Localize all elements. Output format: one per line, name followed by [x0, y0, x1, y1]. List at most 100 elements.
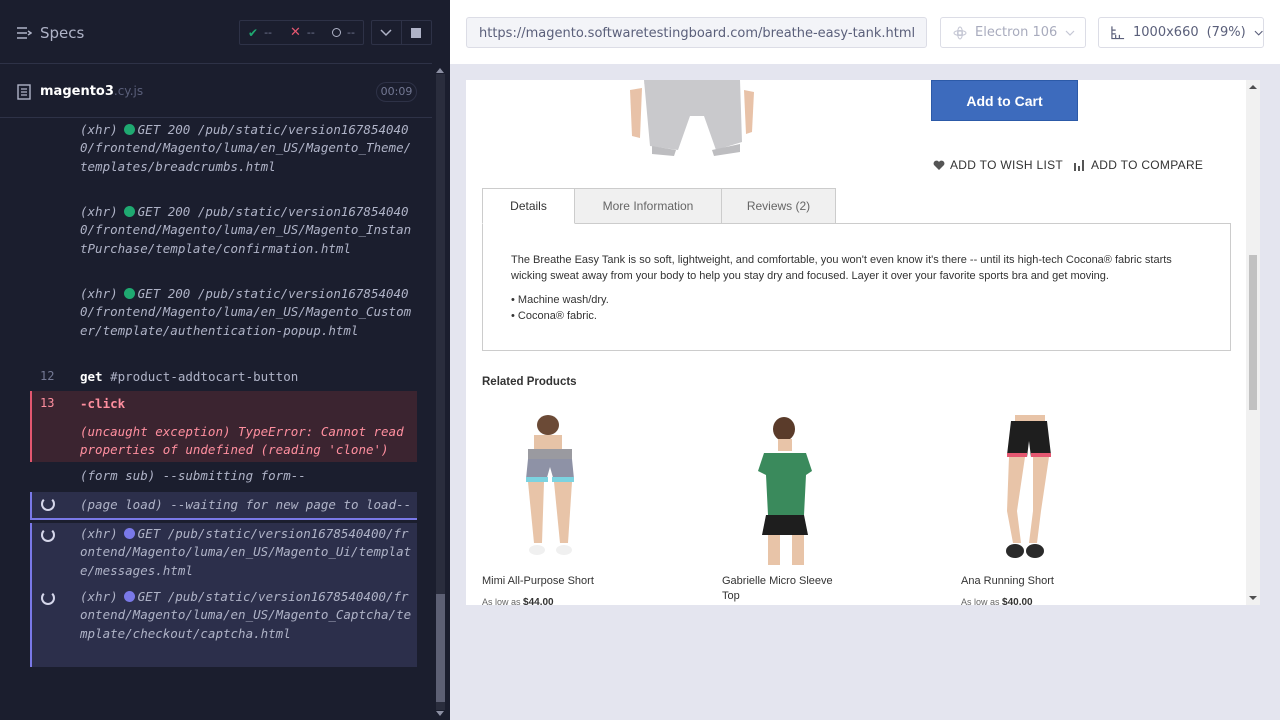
product-image[interactable] [502, 415, 602, 565]
viewport-selector[interactable]: 1000x660 (79%) [1098, 17, 1264, 48]
price-prefix: As low as [482, 597, 521, 605]
spinner-icon [41, 497, 55, 511]
browser-selector[interactable]: Electron 106 [940, 17, 1086, 48]
details-panel: The Breathe Easy Tank is so soft, lightw… [482, 223, 1231, 351]
scroll-down-icon[interactable] [1249, 596, 1257, 600]
command-text: (xhr) GET /pub/static/version1678540400/f… [80, 588, 416, 643]
command-row[interactable]: (form sub) --submitting form-- [30, 464, 417, 490]
price-value: $44.00 [523, 597, 554, 605]
command-type: (xhr) [80, 526, 118, 541]
spinner-icon [41, 591, 55, 605]
product-name[interactable]: Gabrielle Micro Sleeve Top [722, 574, 842, 604]
viewport-size: 1000x660 [1133, 25, 1199, 40]
compare-label: ADD TO COMPARE [1091, 158, 1204, 172]
add-to-wish-list-link[interactable]: ADD TO WISH LIST [933, 158, 1063, 172]
command-text: (xhr) GET /pub/static/version1678540400/f… [80, 525, 416, 580]
bar-chart-icon [1074, 159, 1084, 171]
error-text: (uncaught exception) TypeError: Cannot r… [80, 423, 416, 460]
command-text: (xhr) GET 200 /pub/static/version16785404… [80, 285, 416, 340]
command-method: GET 200 [137, 286, 191, 301]
command-message: --submitting form-- [162, 468, 306, 483]
product-image[interactable] [742, 415, 842, 565]
related-product-card[interactable]: Ana Running Short As low as $40.00 [961, 415, 1161, 605]
product-image[interactable] [981, 415, 1081, 565]
related-product-card[interactable]: Mimi All-Purpose Short As low as $44.00 [482, 415, 682, 605]
page-scrollbar[interactable] [1246, 80, 1260, 605]
spec-file-header: magento3.cy.js 00:09 [0, 66, 432, 118]
command-row-failed[interactable]: 13 -click (uncaught exception) TypeError… [30, 391, 417, 462]
spec-file-name[interactable]: magento3.cy.js [40, 84, 143, 99]
price-value: $40.00 [1002, 597, 1033, 605]
command-row-pending[interactable]: (xhr) GET /pub/static/version1678540400/f… [30, 523, 417, 586]
stop-button[interactable] [402, 21, 431, 44]
tab-more-information[interactable]: More Information [574, 188, 722, 224]
status-dot [123, 591, 135, 602]
command-row-pending[interactable]: (page load) --waiting for new page to lo… [30, 492, 417, 520]
scroll-thumb[interactable] [436, 594, 445, 702]
status-dot [123, 206, 135, 217]
status-dot [123, 124, 135, 135]
command-text: (xhr) GET 200 /pub/static/version16785404… [80, 203, 416, 258]
command-text: -click [80, 395, 416, 413]
expand-button[interactable] [372, 21, 402, 44]
command-text: (xhr) GET 200 /pub/static/version16785404… [80, 121, 416, 176]
command-row[interactable]: (xhr) GET 200 /pub/static/version16785404… [30, 284, 417, 362]
x-icon: ✕ [290, 25, 301, 40]
product-name[interactable]: Mimi All-Purpose Short [482, 574, 612, 589]
failed-stat: ✕ -- [278, 25, 320, 40]
command-method: GET [137, 526, 161, 541]
scroll-thumb[interactable] [1249, 255, 1257, 410]
command-text: (page load) --waiting for new page to lo… [80, 496, 416, 514]
command-row-pending[interactable]: (xhr) GET /pub/static/version1678540400/f… [30, 586, 417, 667]
check-icon: ✔ [248, 25, 259, 40]
reporter-header: Specs ✔ -- ✕ -- -- [0, 0, 432, 64]
command-text: get #product-addtocart-button [80, 368, 416, 386]
product-name[interactable]: Ana Running Short [961, 574, 1091, 589]
command-method: GET 200 [137, 122, 191, 137]
command-type: (page load) [80, 497, 163, 512]
command-row[interactable]: (xhr) GET 200 /pub/static/version16785404… [30, 120, 417, 198]
command-row[interactable]: (xhr) GET 200 /pub/static/version16785404… [30, 202, 417, 280]
scroll-up-icon[interactable] [436, 68, 444, 73]
passed-stat: ✔ -- [240, 26, 278, 40]
spec-duration: 00:09 [376, 82, 417, 102]
product-description: The Breathe Easy Tank is so soft, lightw… [511, 254, 1172, 282]
scroll-down-icon[interactable] [436, 711, 444, 716]
scroll-up-icon[interactable] [1249, 85, 1257, 89]
aut-header: https://magento.softwaretestingboard.com… [450, 0, 1280, 64]
command-number: 12 [40, 369, 55, 383]
ruler-icon [1111, 26, 1125, 40]
command-type: (xhr) [80, 204, 118, 219]
viewport-zoom: (79%) [1206, 25, 1246, 40]
command-method: GET [137, 589, 161, 604]
add-to-cart-button[interactable]: Add to Cart [931, 80, 1078, 121]
command-type: (xhr) [80, 589, 118, 604]
spec-file-basename: magento3 [40, 84, 114, 99]
run-controls [371, 20, 432, 45]
specs-button-label[interactable]: Specs [40, 24, 84, 42]
product-price: As low as $44.00 [482, 597, 554, 605]
wish-list-label: ADD TO WISH LIST [950, 158, 1064, 172]
specs-list-icon[interactable] [16, 25, 32, 41]
aut-iframe: Add to Cart ADD TO WISH LIST ADD TO COMP… [466, 80, 1260, 605]
reporter-scrollbar[interactable] [432, 64, 450, 720]
command-type: (form sub) [80, 468, 156, 483]
file-icon [17, 84, 31, 100]
command-row[interactable]: 12 get #product-addtocart-button [30, 366, 417, 390]
command-message: --waiting for new page to load-- [170, 497, 412, 512]
command-log: (xhr) GET 200 /pub/static/version16785404… [30, 118, 417, 678]
tab-reviews[interactable]: Reviews (2) [721, 188, 836, 224]
failed-count: -- [306, 26, 315, 39]
pending-count: -- [347, 26, 355, 39]
related-products-heading: Related Products [482, 376, 577, 388]
related-product-card[interactable]: Gabrielle Micro Sleeve Top [722, 415, 922, 602]
url-bar[interactable]: https://magento.softwaretestingboard.com… [466, 17, 927, 48]
passed-count: -- [264, 26, 273, 39]
status-dot [123, 288, 135, 299]
product-price: As low as $40.00 [961, 597, 1033, 605]
command-name: -click [80, 396, 126, 411]
heart-icon [933, 160, 945, 170]
product-image[interactable] [616, 80, 766, 158]
add-to-compare-link[interactable]: ADD TO COMPARE [1074, 158, 1203, 172]
tab-details[interactable]: Details [482, 188, 575, 224]
